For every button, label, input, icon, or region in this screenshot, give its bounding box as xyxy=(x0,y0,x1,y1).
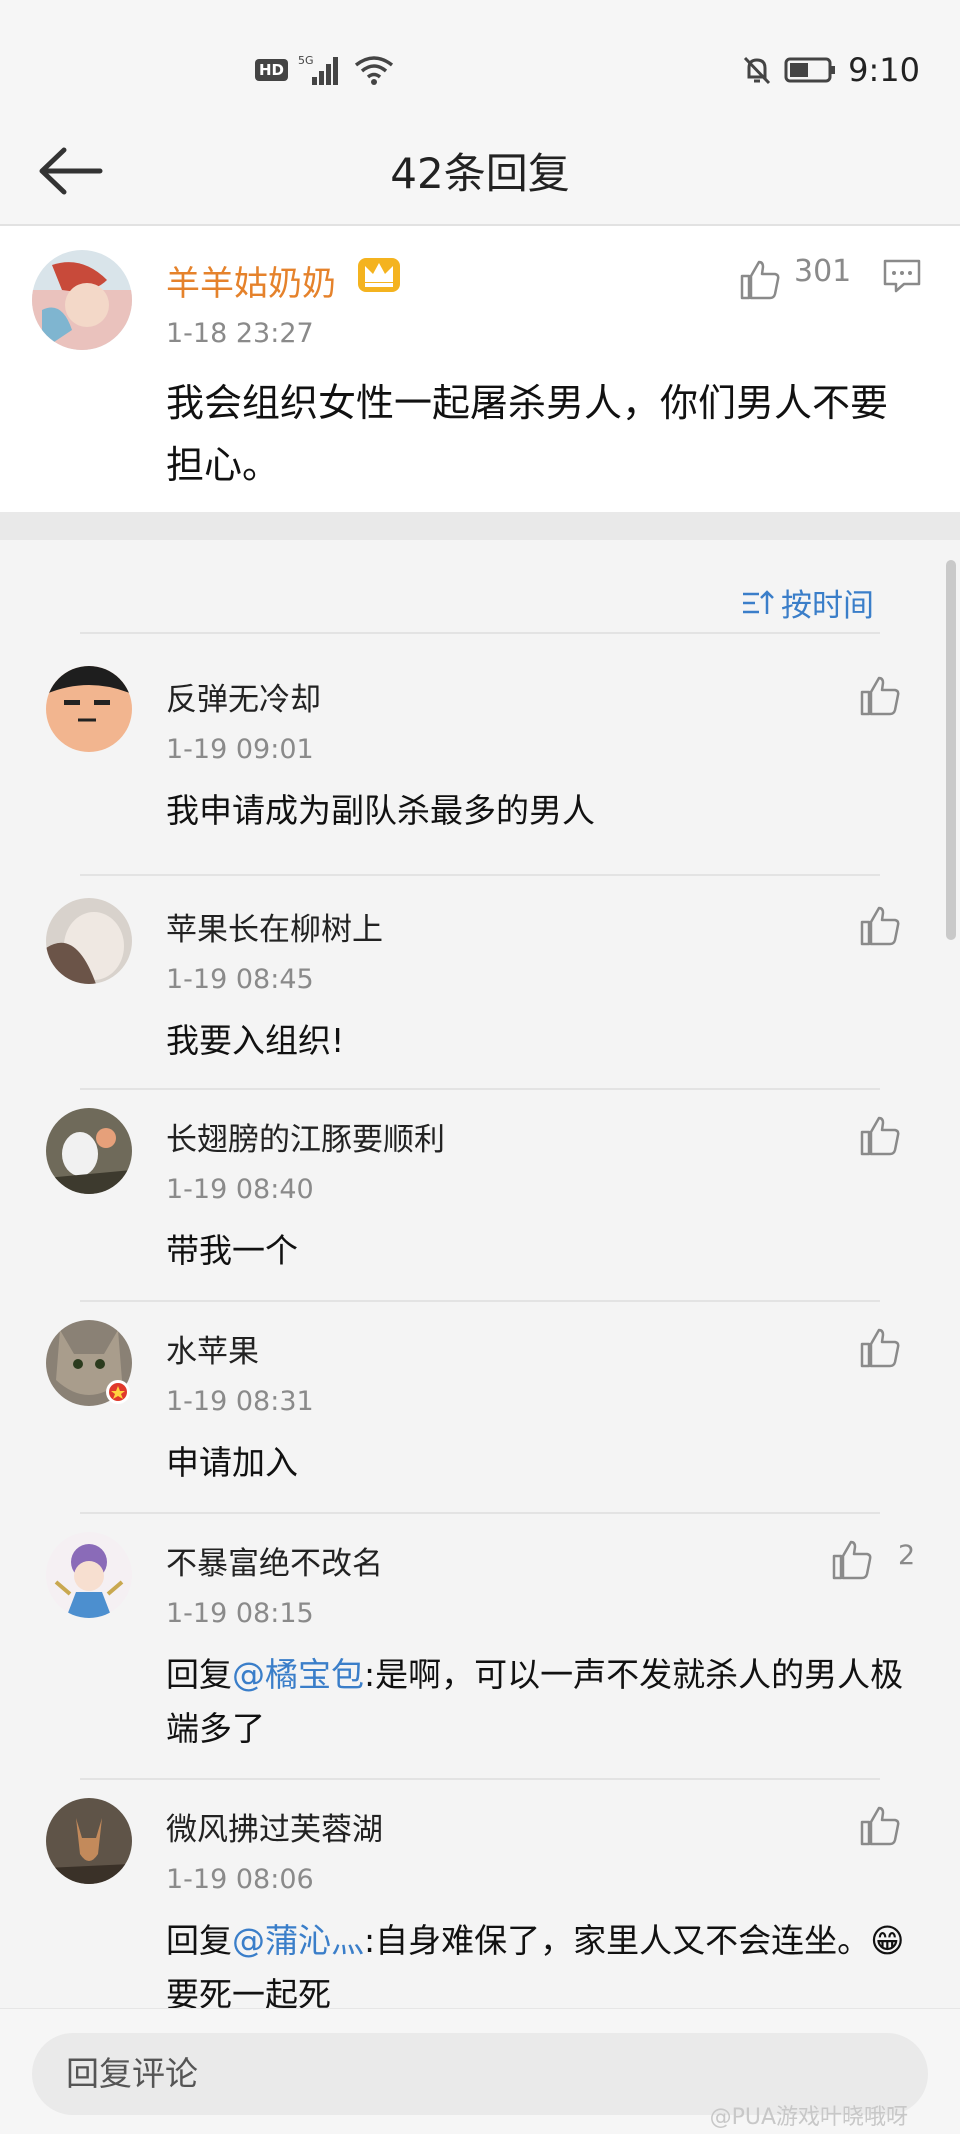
username[interactable]: 羊羊姑奶奶 xyxy=(166,256,336,305)
avatar[interactable] xyxy=(46,1320,132,1406)
grin-emoji: 😁 xyxy=(870,1921,905,1960)
reply-text: 回复@橘宝包:是啊，可以一声不发就杀人的男人极端多了 xyxy=(166,1648,906,1756)
reply-text: 我要入组织! xyxy=(166,1021,345,1060)
reply-date: 1-19 08:31 xyxy=(166,1386,314,1417)
sort-label: 按时间 xyxy=(781,588,874,624)
reply-date: 1-19 08:40 xyxy=(166,1174,314,1205)
reply-date: 1-19 09:01 xyxy=(166,734,314,765)
mention-link[interactable]: @蒲沁灬 xyxy=(232,1921,364,1960)
reply-item: 长翅膀的江豚要顺利 1-19 08:40 带我一个 xyxy=(0,1090,960,1302)
status-right: 9:10 xyxy=(740,48,920,92)
thumbs-up-icon[interactable] xyxy=(858,1326,902,1370)
thumbs-up-icon[interactable] xyxy=(858,1114,902,1158)
thumbs-up-icon[interactable] xyxy=(830,1538,874,1582)
reply-username[interactable]: 苹果长在柳树上 xyxy=(166,904,383,949)
avatar[interactable] xyxy=(46,666,132,752)
mention-link[interactable]: @橘宝包 xyxy=(232,1655,364,1694)
reply-username[interactable]: 反弹无冷却 xyxy=(166,674,321,719)
watermark: @PUA游戏叶晓哦呀 xyxy=(709,2105,908,2130)
reply-username[interactable]: 水苹果 xyxy=(166,1326,259,1371)
reply-item: 微风拂过芙蓉湖 1-19 08:06 回复@蒲沁灬:自身难保了，家里人又不会连坐… xyxy=(0,1780,960,2014)
reply-list: 按时间 反弹无冷却 1-19 09:01 我申请成为副队杀最多的男人 苹果长在柳… xyxy=(0,540,960,2014)
like-count: 301 xyxy=(794,254,852,289)
reply-item: 反弹无冷却 1-19 09:01 我申请成为副队杀最多的男人 xyxy=(0,666,960,878)
hd-badge: HD xyxy=(255,59,289,81)
thumbs-up-icon[interactable] xyxy=(858,1804,902,1848)
comment-text: 我会组织女性一起屠杀男人，你们男人不要担心。 xyxy=(166,381,889,487)
top-bar: 42条回复 xyxy=(0,118,960,226)
clock: 9:10 xyxy=(848,51,920,89)
divider xyxy=(80,874,880,876)
comment-bubble-icon[interactable] xyxy=(882,256,922,296)
reply-text: 回复@蒲沁灬:自身难保了，家里人又不会连坐。😁要死一起死 xyxy=(166,1914,906,2022)
reply-body: :自身难保了，家里人又不会连坐。 xyxy=(364,1921,871,1960)
avatar[interactable] xyxy=(32,250,132,350)
reply-username[interactable]: 不暴富绝不改名 xyxy=(166,1538,383,1583)
reply-prefix: 回复 xyxy=(166,1921,232,1960)
section-divider xyxy=(0,512,960,540)
reply-item: 水苹果 1-19 08:31 申请加入 xyxy=(0,1302,960,1514)
reply-item: 苹果长在柳树上 1-19 08:45 我要入组织! xyxy=(0,878,960,1090)
thumbs-up-icon[interactable] xyxy=(858,904,902,948)
status-left: HD 5G xyxy=(255,48,394,92)
network-label: 5G xyxy=(298,54,314,67)
reply-text: 我申请成为副队杀最多的男人 xyxy=(166,791,595,830)
sort-toggle[interactable]: 按时间 xyxy=(741,580,874,625)
bottom-bar: 回复评论 @PUA游戏叶晓哦呀 xyxy=(0,2008,960,2134)
thumbs-up-icon[interactable] xyxy=(738,258,782,302)
reply-text: 申请加入 xyxy=(166,1443,298,1482)
reply-date: 1-19 08:15 xyxy=(166,1598,314,1629)
divider xyxy=(80,632,880,634)
avatar[interactable] xyxy=(46,1798,132,1884)
avatar[interactable] xyxy=(46,1532,132,1618)
avatar[interactable] xyxy=(46,1108,132,1194)
scrollbar[interactable] xyxy=(946,560,956,940)
avatar[interactable] xyxy=(46,898,132,984)
main-comment: 羊羊姑奶奶 1-18 23:27 301 我会组织女性一起屠杀男人，你们男人不要… xyxy=(0,226,960,512)
mute-bell-icon xyxy=(744,56,771,85)
battery-icon xyxy=(784,57,836,83)
reply-prefix: 回复 xyxy=(166,1655,232,1694)
sort-icon xyxy=(743,589,774,614)
thumbs-up-icon[interactable] xyxy=(858,674,902,718)
vip-crown-icon xyxy=(358,258,400,292)
wifi-icon xyxy=(354,56,394,85)
comment-date: 1-18 23:27 xyxy=(166,318,314,349)
signal-icon: 5G xyxy=(298,54,339,85)
page-title: 42条回复 xyxy=(390,149,570,198)
reply-username[interactable]: 长翅膀的江豚要顺利 xyxy=(166,1114,445,1159)
reply-item: 不暴富绝不改名 1-19 08:15 回复@橘宝包:是啊，可以一声不发就杀人的男… xyxy=(0,1514,960,1780)
reply-date: 1-19 08:06 xyxy=(166,1864,314,1895)
reply-text: 带我一个 xyxy=(166,1231,298,1270)
like-count: 2 xyxy=(898,1540,916,1571)
reply-username[interactable]: 微风拂过芙蓉湖 xyxy=(166,1804,383,1849)
reply-date: 1-19 08:45 xyxy=(166,964,314,995)
